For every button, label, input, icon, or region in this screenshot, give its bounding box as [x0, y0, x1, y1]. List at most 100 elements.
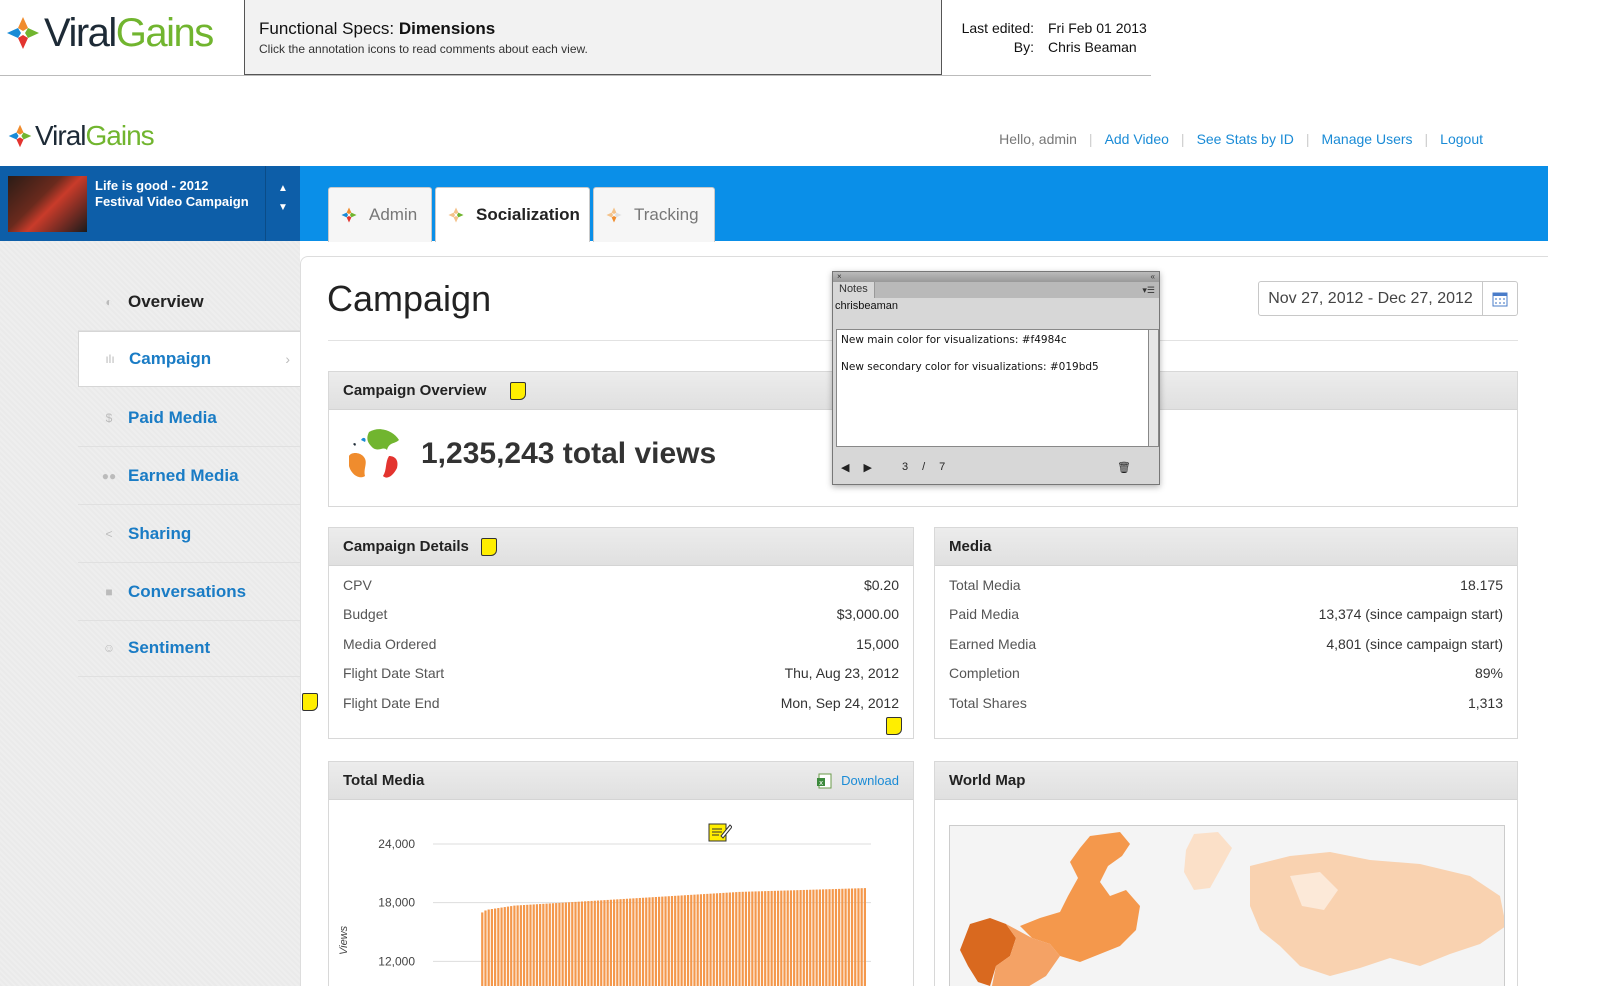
- chart-bar[interactable]: [603, 900, 606, 986]
- chart-bar[interactable]: [690, 894, 693, 986]
- chart-bar[interactable]: [629, 898, 632, 986]
- menu-icon[interactable]: ▾☰: [1142, 285, 1155, 296]
- chart-bar[interactable]: [764, 891, 767, 986]
- chart-bar[interactable]: [712, 893, 715, 986]
- chart-bar[interactable]: [735, 892, 738, 986]
- chart-bar[interactable]: [699, 894, 703, 986]
- logout-link[interactable]: Logout: [1440, 131, 1483, 147]
- chart-bar[interactable]: [622, 898, 625, 986]
- chart-bar[interactable]: [490, 909, 494, 986]
- chart-bar[interactable]: [783, 890, 786, 986]
- chart-bar[interactable]: [551, 903, 555, 986]
- chart-bar[interactable]: [863, 888, 866, 986]
- chart-bar[interactable]: [780, 890, 783, 986]
- chart-bar[interactable]: [760, 891, 764, 986]
- chart-bar[interactable]: [709, 893, 712, 986]
- chart-bar[interactable]: [587, 901, 590, 986]
- chart-bar[interactable]: [703, 894, 706, 986]
- chart-bar[interactable]: [731, 892, 735, 986]
- chart-bar[interactable]: [638, 897, 641, 986]
- chart-bar[interactable]: [722, 892, 725, 986]
- chart-bar[interactable]: [600, 900, 603, 986]
- chart-bar[interactable]: [654, 896, 657, 986]
- chart-bar[interactable]: [754, 891, 757, 986]
- chart-bar[interactable]: [584, 901, 587, 986]
- chart-bar[interactable]: [535, 904, 539, 986]
- chart-bar[interactable]: [641, 897, 645, 986]
- chart-bar[interactable]: [748, 891, 751, 986]
- chart-bar[interactable]: [815, 889, 818, 986]
- edit-note-icon[interactable]: [708, 821, 733, 843]
- chart-bar[interactable]: [664, 896, 667, 986]
- campaign-switcher[interactable]: ▲ ▼: [265, 166, 300, 241]
- annotation-note-icon[interactable]: [302, 693, 318, 711]
- sidebar-item-sentiment[interactable]: ☺ Sentiment: [78, 619, 300, 677]
- chart-bar[interactable]: [844, 888, 847, 986]
- collapse-icon[interactable]: «: [1151, 272, 1155, 282]
- chart-bar[interactable]: [847, 888, 850, 986]
- sidebar-item-overview[interactable]: ◐ Overview: [78, 273, 300, 331]
- chart-bar[interactable]: [821, 889, 825, 986]
- chart-bar[interactable]: [786, 890, 789, 986]
- chart-bar[interactable]: [802, 889, 805, 986]
- notes-tab[interactable]: Notes: [833, 282, 875, 298]
- chart-bar[interactable]: [658, 896, 661, 986]
- chart-bar[interactable]: [564, 902, 567, 986]
- chart-bar[interactable]: [567, 902, 571, 986]
- chart-bar[interactable]: [767, 891, 770, 986]
- chart-bar[interactable]: [773, 890, 776, 986]
- chart-bar[interactable]: [580, 901, 584, 986]
- chart-bar[interactable]: [857, 888, 860, 986]
- chart-bar[interactable]: [558, 902, 561, 986]
- chart-bar[interactable]: [577, 901, 580, 986]
- chart-bar[interactable]: [850, 888, 854, 986]
- arrow-up-icon[interactable]: ▲: [266, 183, 300, 194]
- chart-bar[interactable]: [593, 900, 596, 986]
- chart-bar[interactable]: [751, 891, 754, 986]
- chart-bar[interactable]: [854, 888, 857, 986]
- chart-bar[interactable]: [500, 907, 503, 986]
- chart-bar[interactable]: [484, 910, 487, 986]
- chart-bar[interactable]: [776, 890, 780, 986]
- chart-bar[interactable]: [686, 895, 690, 986]
- campaign-selector[interactable]: Life is good - 2012 Festival Video Campa…: [0, 166, 300, 241]
- chart-bar[interactable]: [838, 888, 841, 986]
- annotation-note-icon[interactable]: [886, 717, 902, 735]
- chart-bar[interactable]: [561, 902, 564, 986]
- tab-admin[interactable]: Admin: [328, 187, 432, 242]
- chart-bar[interactable]: [677, 895, 680, 986]
- chart-bar[interactable]: [719, 893, 722, 986]
- chart-bar[interactable]: [635, 898, 638, 986]
- chart-bar[interactable]: [510, 906, 513, 986]
- arrow-down-icon[interactable]: ▼: [266, 202, 300, 213]
- chart-bar[interactable]: [545, 903, 548, 986]
- chart-bar[interactable]: [555, 903, 558, 986]
- trash-icon[interactable]: 🗑: [1117, 461, 1131, 474]
- world-map[interactable]: [949, 825, 1505, 986]
- chart-bar[interactable]: [606, 899, 609, 986]
- chart-bar[interactable]: [651, 897, 654, 986]
- chart-bar[interactable]: [812, 889, 815, 986]
- chart-bar[interactable]: [728, 892, 731, 986]
- chart-bar[interactable]: [532, 904, 535, 986]
- chart-bar[interactable]: [738, 891, 741, 986]
- chart-bar[interactable]: [516, 905, 519, 986]
- chart-bar[interactable]: [841, 888, 844, 986]
- chart-bar[interactable]: [680, 895, 683, 986]
- chart-bar[interactable]: [828, 889, 831, 986]
- notes-scrollbar[interactable]: [1149, 329, 1159, 447]
- chart-bar[interactable]: [519, 905, 522, 986]
- chart-bar[interactable]: [616, 899, 619, 986]
- tab-tracking[interactable]: Tracking: [593, 187, 715, 242]
- chart-bar[interactable]: [503, 907, 506, 986]
- chart-bar[interactable]: [548, 903, 551, 986]
- chart-bar[interactable]: [497, 908, 500, 986]
- chart-bar[interactable]: [696, 894, 699, 986]
- chart-bar[interactable]: [831, 889, 834, 986]
- sidebar-item-sharing[interactable]: < Sharing: [78, 505, 300, 563]
- chart-bar[interactable]: [693, 894, 696, 986]
- chart-bar[interactable]: [625, 898, 629, 986]
- chart-bar[interactable]: [506, 906, 510, 986]
- chart-bar[interactable]: [494, 908, 497, 986]
- chart-bar[interactable]: [715, 893, 719, 986]
